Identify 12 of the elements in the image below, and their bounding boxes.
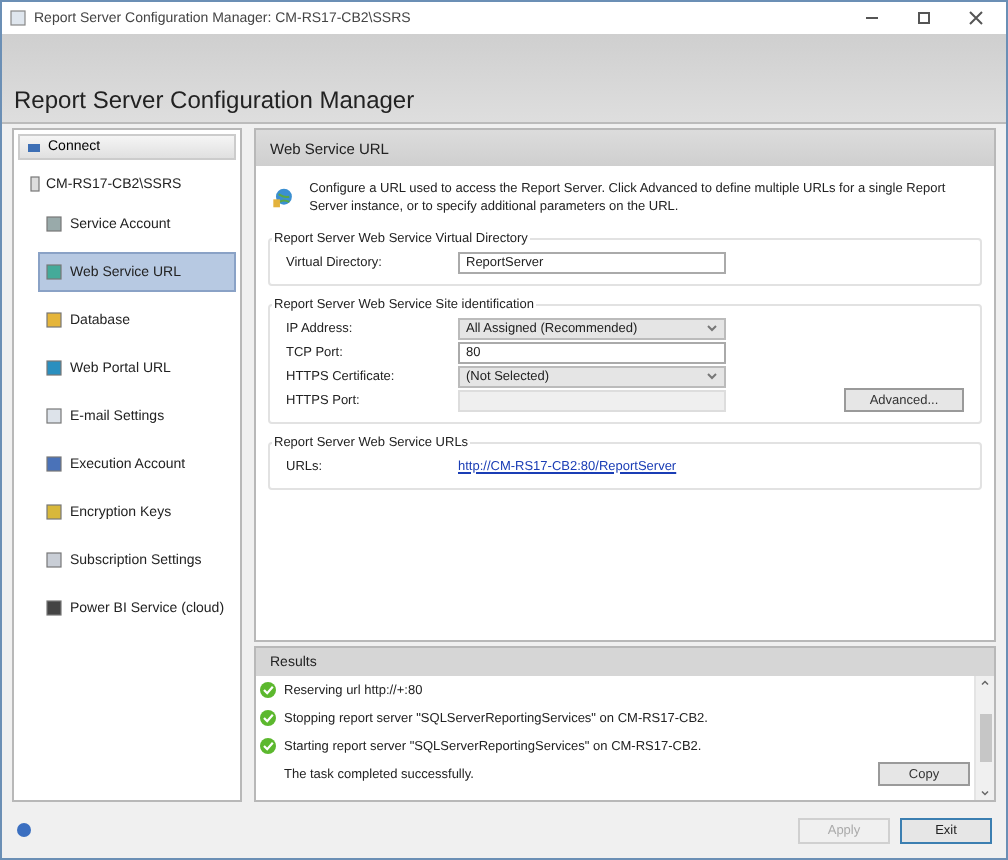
- server-icon: [30, 176, 40, 192]
- scroll-down-icon[interactable]: [980, 790, 990, 796]
- app-title: Report Server Configuration Manager: [14, 86, 415, 114]
- chevron-down-icon: [706, 372, 718, 381]
- check-icon: [260, 682, 276, 698]
- check-icon: [260, 710, 276, 726]
- scroll-up-icon[interactable]: [980, 680, 990, 686]
- help-icon[interactable]: [16, 822, 32, 838]
- app-icon: [10, 10, 26, 26]
- chevron-down-icon: [706, 324, 718, 333]
- check-icon: [260, 738, 276, 754]
- scrollbar[interactable]: [974, 676, 994, 800]
